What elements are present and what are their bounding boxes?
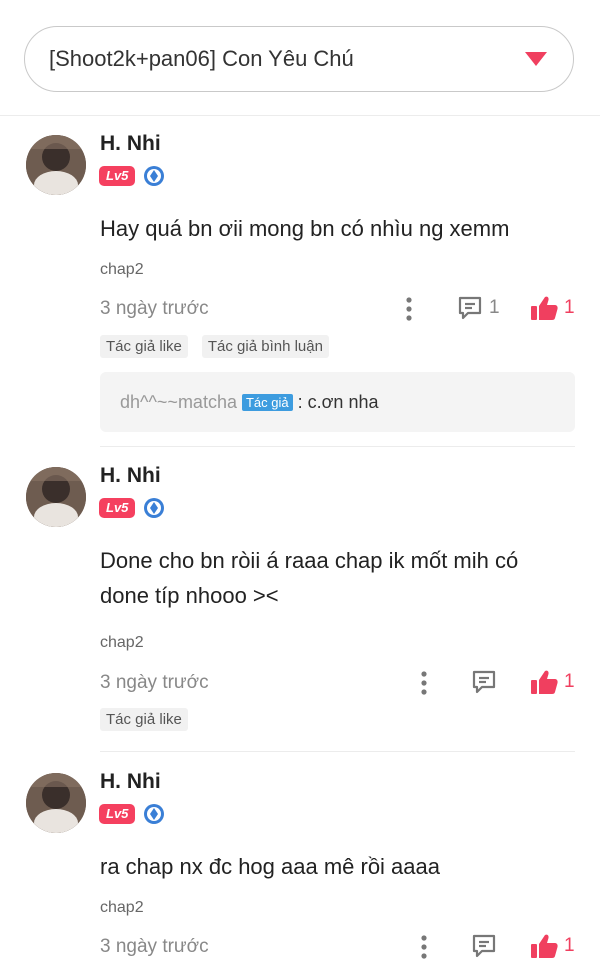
like-count: 1 — [564, 935, 575, 956]
like-button[interactable]: 1 — [530, 295, 575, 321]
user-badges: Lv5 — [99, 803, 165, 825]
comment-divider — [100, 446, 575, 447]
reply-count: 1 — [489, 297, 500, 318]
comment-actions: 3 ngày trước 1 1 — [100, 294, 575, 324]
timestamp: 3 ngày trước — [100, 672, 209, 693]
avatar[interactable] — [26, 467, 86, 527]
medal-icon — [144, 498, 165, 518]
timestamp: 3 ngày trước — [100, 936, 209, 957]
medal-icon — [144, 804, 165, 824]
thumbs-up-icon — [531, 296, 558, 320]
timestamp: 3 ngày trước — [100, 298, 209, 319]
thumbs-up-icon — [531, 670, 558, 694]
comment-text: Done cho bn ròii á raaa chap ik mốt mih … — [100, 548, 519, 608]
thumbs-up-icon — [531, 934, 558, 958]
reply-username[interactable]: dh^^~~matcha — [120, 392, 237, 413]
comment-text: Hay quá bn ơii mong bn có nhìu ng xemm — [100, 216, 510, 241]
dropdown-caret-icon[interactable] — [525, 52, 547, 66]
more-vertical-icon[interactable] — [421, 671, 427, 695]
username[interactable]: H. Nhi — [100, 464, 161, 488]
author-tags: Tác giả like — [100, 708, 188, 731]
author-tags: Tác giả like Tác giả bình luận — [100, 335, 329, 358]
level-badge: Lv5 — [99, 804, 136, 824]
more-vertical-icon[interactable] — [421, 935, 427, 959]
comment-icon — [458, 296, 482, 320]
avatar[interactable] — [26, 773, 86, 833]
like-count: 1 — [564, 297, 575, 318]
reply-separator: : — [297, 391, 303, 412]
like-button[interactable]: 1 — [530, 669, 575, 695]
comment-actions: 3 ngày trước 1 — [100, 932, 575, 962]
author-reply[interactable]: dh^^~~matcha Tác giả : c.ơn nha — [100, 372, 575, 432]
author-badge: Tác giả — [241, 393, 293, 411]
level-badge: Lv5 — [99, 166, 136, 186]
tag-author-like: Tác giả like — [100, 708, 188, 731]
like-count: 1 — [564, 671, 575, 692]
chapter-select[interactable]: [Shoot2k+pan06] Con Yêu Chú — [24, 26, 574, 92]
reply-text: c.ơn nha — [307, 391, 379, 412]
level-badge: Lv5 — [99, 498, 136, 518]
tag-author-like: Tác giả like — [100, 335, 188, 358]
reply-button[interactable]: 1 — [457, 295, 500, 321]
avatar[interactable] — [26, 135, 86, 195]
like-button[interactable]: 1 — [530, 933, 575, 959]
username[interactable]: H. Nhi — [100, 770, 161, 794]
username[interactable]: H. Nhi — [100, 132, 161, 156]
comment-divider — [100, 751, 575, 752]
tag-author-comment: Tác giả bình luận — [201, 335, 329, 358]
comment-icon — [472, 670, 496, 694]
chapter-label: chap2 — [100, 634, 144, 651]
chapter-label: chap2 — [100, 261, 144, 278]
comment-icon — [472, 934, 496, 958]
chapter-label: chap2 — [100, 899, 144, 916]
more-vertical-icon[interactable] — [406, 297, 412, 321]
comment-actions: 3 ngày trước 1 — [100, 668, 575, 698]
chapter-select-title: [Shoot2k+pan06] Con Yêu Chú — [49, 46, 354, 71]
user-badges: Lv5 — [99, 165, 165, 187]
reply-button[interactable] — [471, 933, 497, 959]
reply-button[interactable] — [471, 669, 497, 695]
comment-text: ra chap nx đc hog aaa mê rồi aaaa — [100, 854, 441, 879]
header-divider — [0, 115, 600, 116]
user-badges: Lv5 — [99, 497, 165, 519]
medal-icon — [144, 166, 165, 186]
